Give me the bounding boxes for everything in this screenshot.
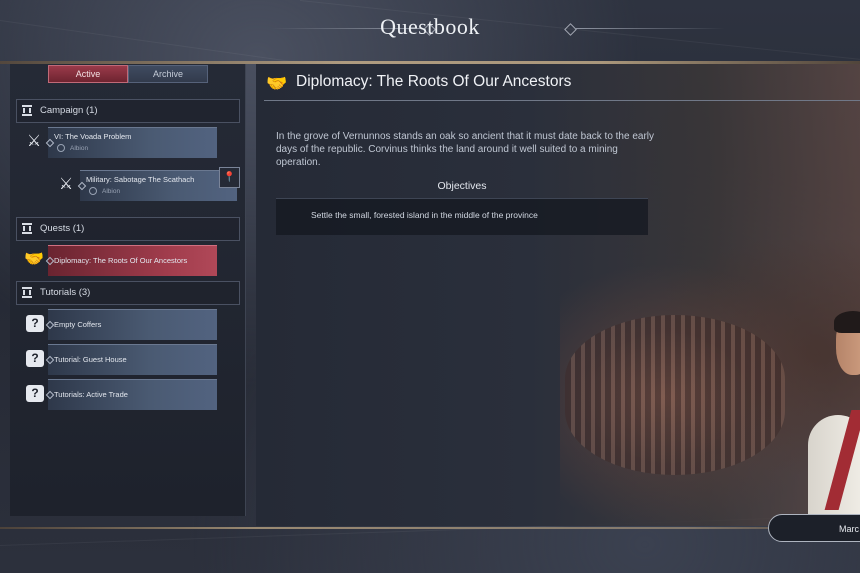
track-pin-button[interactable]: 📍	[219, 167, 240, 188]
title-ornament-right	[575, 28, 725, 29]
crossed-swords-icon: ⚔	[58, 176, 74, 193]
question-icon: ?	[26, 385, 44, 402]
quest-detail-title: Diplomacy: The Roots Of Our Ancestors	[296, 73, 572, 90]
tutorial-item-guest-house[interactable]: ? Tutorial: Guest House	[20, 344, 217, 375]
tutorial-item-active-trade[interactable]: ? Tutorials: Active Trade	[20, 379, 217, 410]
quest-item-sabotage[interactable]: ⚔ Military: Sabotage The Scathach Albion	[52, 170, 237, 201]
quest-item-voada[interactable]: ⚔ VI: The Voada Problem Albion	[20, 127, 217, 158]
quest-item-region: Albion	[102, 188, 121, 195]
title-divider	[264, 100, 860, 101]
region-icon	[57, 144, 65, 152]
tutorial-item-title: Tutorial: Guest House	[54, 355, 127, 364]
date-indicator: Marc	[768, 514, 860, 542]
quest-item-title: VI: The Voada Problem	[54, 132, 132, 141]
handshake-icon: 🤝	[266, 74, 288, 93]
objective-text: Settle the small, forested island in the…	[311, 210, 538, 220]
bottom-divider	[0, 527, 860, 529]
region-icon	[89, 187, 97, 195]
header-bar: Questbook	[0, 0, 860, 60]
tutorial-item-empty-coffers[interactable]: ? Empty Coffers	[20, 309, 217, 340]
quest-description: In the grove of Vernunnos stands an oak …	[276, 131, 655, 168]
section-label: Campaign (1)	[40, 105, 98, 116]
page-title: Questbook	[380, 14, 480, 39]
quest-item-region: Albion	[70, 145, 89, 152]
scroll-icon	[22, 287, 32, 298]
colosseum-illustration	[565, 315, 785, 475]
scroll-icon	[22, 105, 32, 116]
question-icon: ?	[26, 350, 44, 367]
tab-archive[interactable]: Archive	[128, 65, 208, 83]
objectives-heading: Objectives	[437, 180, 487, 192]
quest-item-title: Diplomacy: The Roots Of Our Ancestors	[54, 256, 188, 265]
tutorial-item-title: Empty Coffers	[54, 320, 102, 329]
advisor-portrait	[808, 311, 860, 515]
tutorial-item-title: Tutorials: Active Trade	[54, 390, 128, 399]
quest-item-title: Military: Sabotage The Scathach	[86, 175, 195, 184]
tab-active[interactable]: Active	[48, 65, 128, 83]
section-quests[interactable]: Quests (1)	[16, 217, 240, 241]
section-tutorials[interactable]: Tutorials (3)	[16, 281, 240, 305]
handshake-icon: 🤝	[24, 251, 44, 268]
crossed-swords-icon: ⚔	[26, 133, 42, 150]
section-label: Tutorials (3)	[40, 287, 91, 298]
quest-item-diplomacy[interactable]: 🤝 Diplomacy: The Roots Of Our Ancestors	[20, 245, 217, 276]
question-icon: ?	[26, 315, 44, 332]
scroll-icon	[22, 223, 32, 234]
section-campaign[interactable]: Campaign (1)	[16, 99, 240, 123]
section-label: Quests (1)	[40, 223, 85, 234]
